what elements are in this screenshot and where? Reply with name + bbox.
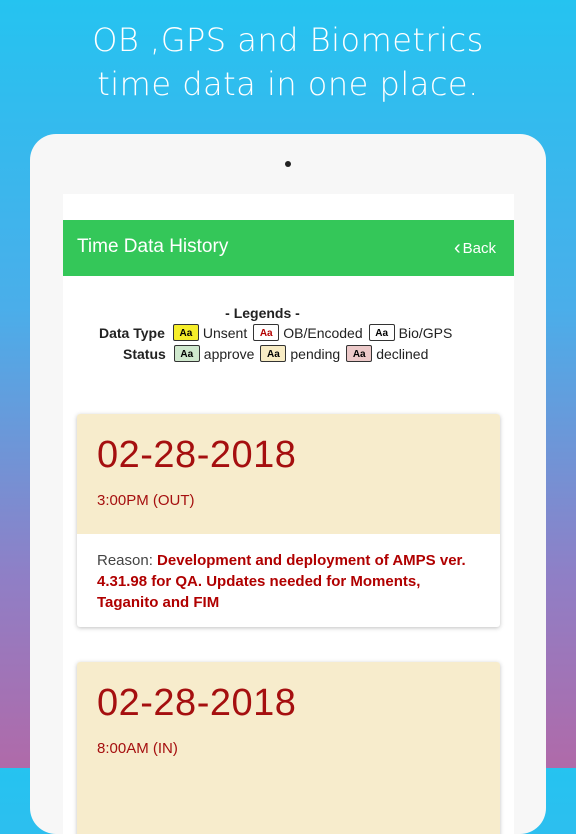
app-header: Time Data History ‹ Back [63, 220, 514, 276]
legend-row-status: Status Aa approve Aa pending Aa declined [123, 345, 434, 362]
record-time: 3:00PM (OUT) [97, 492, 195, 509]
chip-ob-encoded: Aa [253, 324, 280, 341]
app-screen: Time Data History ‹ Back - Legends - Dat… [63, 194, 514, 834]
legends-panel: - Legends - Data Type Aa Unsent Aa OB/En… [63, 304, 514, 362]
chip-pending: Aa [260, 345, 287, 362]
legend-declined-label: declined [376, 345, 429, 362]
back-label: Back [462, 240, 496, 257]
time-record-card[interactable]: 02-28-2018 3:00PM (OUT) Reason: Developm… [77, 414, 500, 627]
record-header: 02-28-2018 3:00PM (OUT) [77, 414, 500, 534]
reason-label: Reason: [97, 552, 153, 569]
chip-approve: Aa [173, 345, 200, 362]
legend-bio-gps: Aa Bio/GPS [368, 324, 453, 341]
chip-bio-gps: Aa [368, 324, 395, 341]
chevron-left-icon: ‹ [453, 237, 461, 259]
promo-line-1: OB ,GPS and Biometrics [92, 21, 484, 59]
legend-unsent-label: Unsent [202, 324, 248, 341]
page-title: Time Data History [77, 236, 229, 257]
chip-unsent: Aa [172, 324, 199, 341]
legend-declined: Aa declined [346, 345, 428, 362]
legend-pending-label: pending [290, 345, 341, 362]
legend-bio-gps-label: Bio/GPS [398, 324, 453, 341]
legend-row-data-type: Data Type Aa Unsent Aa OB/Encoded Aa Bio… [99, 324, 458, 341]
record-date: 02-28-2018 [97, 434, 297, 476]
legend-ob-encoded-label: OB/Encoded [283, 324, 363, 341]
promo-headline: OB ,GPS and Biometrics time data in one … [0, 18, 576, 106]
record-time: 8:00AM (IN) [97, 740, 178, 757]
legend-pending: Aa pending [260, 345, 340, 362]
record-reason: Reason: Development and deployment of AM… [77, 534, 500, 627]
promo-line-2: time data in one place. [97, 65, 479, 103]
data-type-label: Data Type [99, 324, 165, 341]
back-button[interactable]: ‹ Back [454, 238, 496, 260]
legend-ob-encoded: Aa OB/Encoded [253, 324, 363, 341]
legend-approve-label: approve [203, 345, 255, 362]
legend-approve: Aa approve [173, 345, 255, 362]
status-label: Status [123, 345, 166, 362]
record-header: 02-28-2018 8:00AM (IN) [77, 662, 500, 834]
legends-title: - Legends - [225, 305, 300, 321]
time-record-card[interactable]: 02-28-2018 8:00AM (IN) [77, 662, 500, 834]
camera-dot [285, 161, 291, 167]
record-date: 02-28-2018 [97, 682, 297, 724]
chip-declined: Aa [346, 345, 373, 362]
legend-unsent: Aa Unsent [172, 324, 248, 341]
tablet-frame: Time Data History ‹ Back - Legends - Dat… [30, 134, 546, 834]
reason-text: Development and deployment of AMPS ver. … [97, 552, 466, 611]
